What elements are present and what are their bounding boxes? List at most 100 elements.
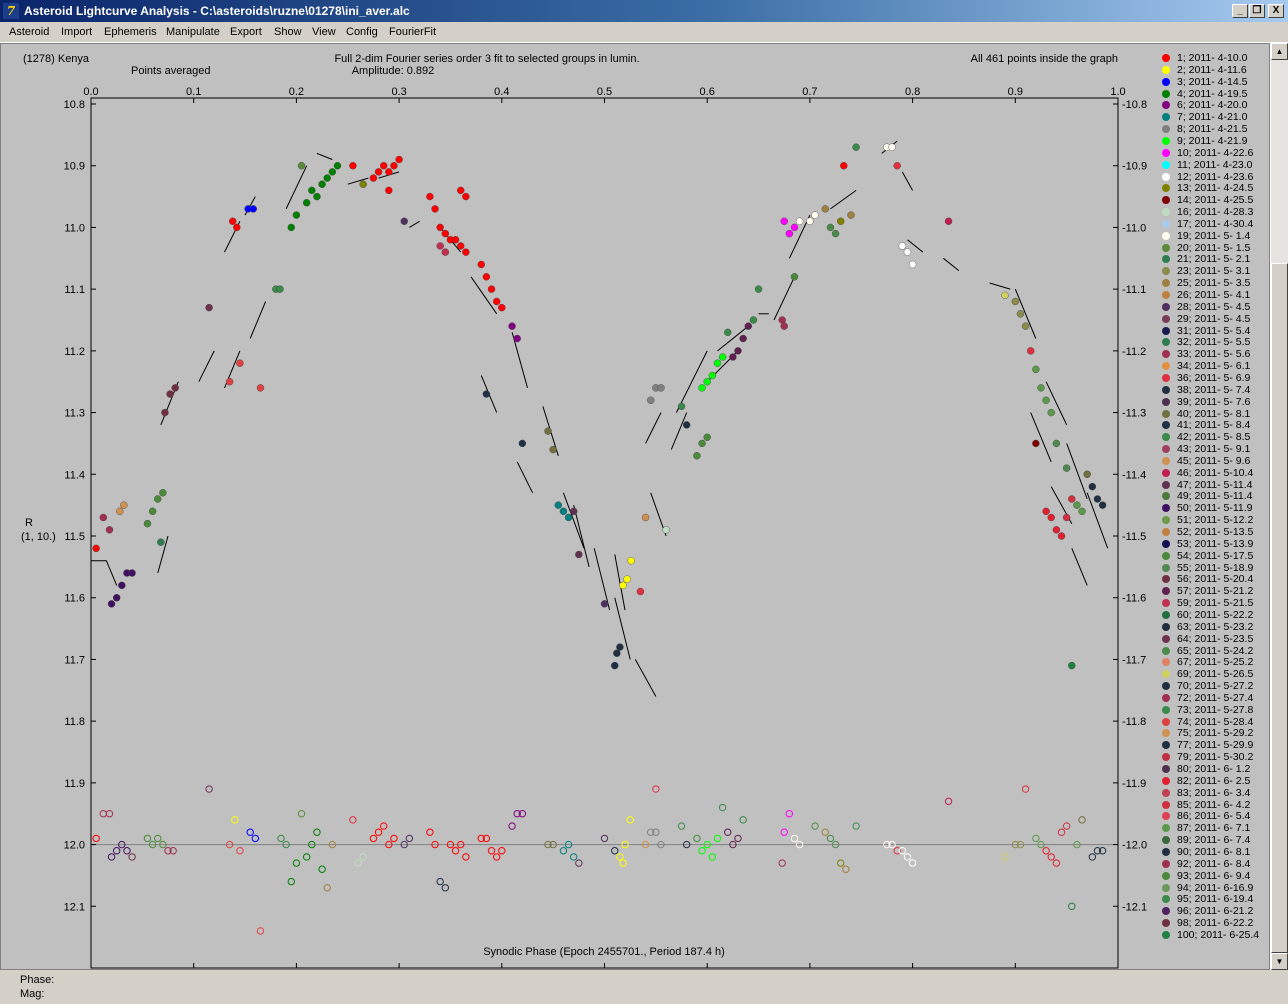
scrollbar-thumb[interactable]	[1271, 263, 1288, 953]
residual-point	[297, 810, 306, 818]
lightcurve-point	[92, 544, 100, 553]
lightcurve-point	[249, 205, 257, 213]
legend-label: 94; 2011- 6-16.9	[1177, 881, 1254, 894]
legend-label: 17; 2011- 4-30.4	[1177, 217, 1254, 230]
lightcurve-point	[821, 205, 830, 213]
lightcurve-point	[379, 162, 388, 170]
legend-marker-icon	[1162, 575, 1170, 584]
residual-point	[790, 834, 799, 843]
y-tick-label-right: -11.4	[1122, 469, 1146, 481]
lightcurve-point	[554, 501, 562, 509]
lightcurve-point	[1062, 464, 1071, 472]
legend-marker-icon	[1162, 847, 1170, 856]
menu-show[interactable]: Show	[274, 26, 302, 38]
legend-label: 95; 2011- 6-19.4	[1177, 893, 1254, 906]
legend-marker-icon	[1162, 563, 1170, 572]
minimize-button[interactable]: _	[1232, 4, 1248, 18]
legend-marker-icon	[1162, 634, 1170, 643]
lightcurve-point	[1093, 495, 1102, 503]
legend-label: 10; 2011- 4-22.6	[1177, 146, 1254, 159]
legend-label: 45; 2011- 5- 9.6	[1177, 454, 1251, 467]
legend-marker-icon	[1162, 646, 1170, 655]
lightcurve-point	[518, 439, 527, 448]
y-tick-label-left: 12.1	[64, 901, 85, 913]
legend-label: 74; 2011- 5-28.4	[1177, 715, 1254, 728]
residual-point	[390, 834, 398, 843]
legend-label: 63; 2011- 5-23.2	[1177, 620, 1254, 633]
lightcurve-point	[107, 600, 116, 608]
legend-label: 11; 2011- 4-23.0	[1177, 158, 1253, 171]
lightcurve-point	[159, 489, 167, 497]
residual-point	[1047, 853, 1055, 861]
lightcurve-point	[790, 273, 799, 281]
lightcurve-point	[328, 168, 337, 176]
window-title: Asteroid Lightcurve Analysis - C:\astero…	[24, 4, 410, 18]
menu-ephemeris[interactable]: Ephemeris	[104, 26, 157, 38]
object-name: (1278) Kenya	[23, 53, 90, 65]
lightcurve-point	[1052, 526, 1061, 534]
lightcurve-point	[662, 526, 670, 534]
fourier-fit-segment	[901, 171, 914, 191]
legend-marker-icon	[1162, 824, 1170, 833]
legend-marker-icon	[1162, 504, 1170, 513]
menu-asteroid[interactable]: Asteroid	[9, 26, 49, 38]
menu-view[interactable]: View	[312, 26, 336, 38]
legend-label: 92; 2011- 6- 8.4	[1177, 857, 1251, 870]
legend-marker-icon	[1162, 693, 1170, 702]
plot-area[interactable]: 0.00.00.10.10.20.20.30.30.40.40.50.50.60…	[0, 43, 1270, 970]
legend-label: 59; 2011- 5-21.5	[1177, 597, 1254, 610]
lightcurve-point	[359, 180, 367, 188]
legend-label: 34; 2011- 5- 6.1	[1177, 360, 1251, 373]
legend-label: 85; 2011- 6- 4.2	[1177, 798, 1251, 811]
legend-marker-icon	[1162, 516, 1170, 525]
scroll-up-icon[interactable]: ▲	[1271, 43, 1288, 60]
legend-label: 53; 2011- 5-13.9	[1177, 537, 1254, 550]
legend-marker-icon	[1162, 314, 1170, 323]
residual-point	[718, 803, 727, 812]
residual-point	[619, 859, 627, 867]
amplitude-label: Amplitude: 0.892	[352, 65, 435, 77]
legend-label: 54; 2011- 5-17.5	[1177, 549, 1254, 562]
menu-manipulate[interactable]: Manipulate	[166, 26, 220, 38]
legend-marker-icon	[1162, 433, 1170, 442]
close-button[interactable]: X	[1268, 4, 1284, 18]
lightcurve-point	[276, 285, 284, 293]
menu-config[interactable]: Config	[346, 26, 378, 38]
lightcurve-chart[interactable]: 0.00.00.10.10.20.20.30.30.40.40.50.50.60…	[1, 44, 1269, 969]
fourier-fit-segment	[1045, 381, 1068, 426]
lightcurve-point	[780, 322, 788, 330]
y-tick-label-left: 11.1	[64, 284, 85, 296]
fourier-fit-segment	[943, 257, 960, 271]
lightcurve-point	[462, 192, 470, 201]
legend-marker-icon	[1162, 89, 1170, 98]
legend-label: 50; 2011- 5-11.9	[1177, 502, 1253, 515]
residual-point	[379, 822, 388, 830]
lightcurve-point	[840, 162, 848, 170]
fourier-fit-segment	[516, 461, 534, 494]
legend-label: 8; 2011- 4-21.5	[1177, 123, 1248, 136]
scroll-down-icon[interactable]: ▼	[1271, 953, 1288, 970]
legend-marker-icon	[1162, 930, 1170, 939]
legend-marker-icon	[1162, 741, 1170, 750]
legend-scrollbar[interactable]: ▲ ▼	[1270, 43, 1288, 970]
residual-point	[616, 853, 624, 861]
residual-point	[903, 853, 912, 861]
menu-export[interactable]: Export	[230, 26, 262, 38]
residual-point	[611, 847, 619, 855]
legend-marker-icon	[1162, 456, 1170, 465]
residual-point	[713, 834, 722, 843]
residual-point	[652, 785, 660, 793]
lightcurve-point	[302, 199, 311, 207]
menu-import[interactable]: Import	[61, 26, 92, 38]
legend-marker-icon	[1162, 243, 1170, 252]
lightcurve-point	[492, 297, 501, 306]
lightcurve-point	[790, 223, 799, 232]
legend-marker-icon	[1162, 267, 1170, 276]
lightcurve-point	[498, 303, 506, 312]
lightcurve-point	[431, 205, 439, 213]
legend-label: 75; 2011- 5-29.2	[1177, 727, 1254, 740]
menu-fourierfit[interactable]: FourierFit	[389, 26, 436, 38]
legend-marker-icon	[1162, 136, 1170, 145]
residual-point	[105, 810, 114, 818]
maximize-button[interactable]: ❐	[1249, 4, 1265, 18]
